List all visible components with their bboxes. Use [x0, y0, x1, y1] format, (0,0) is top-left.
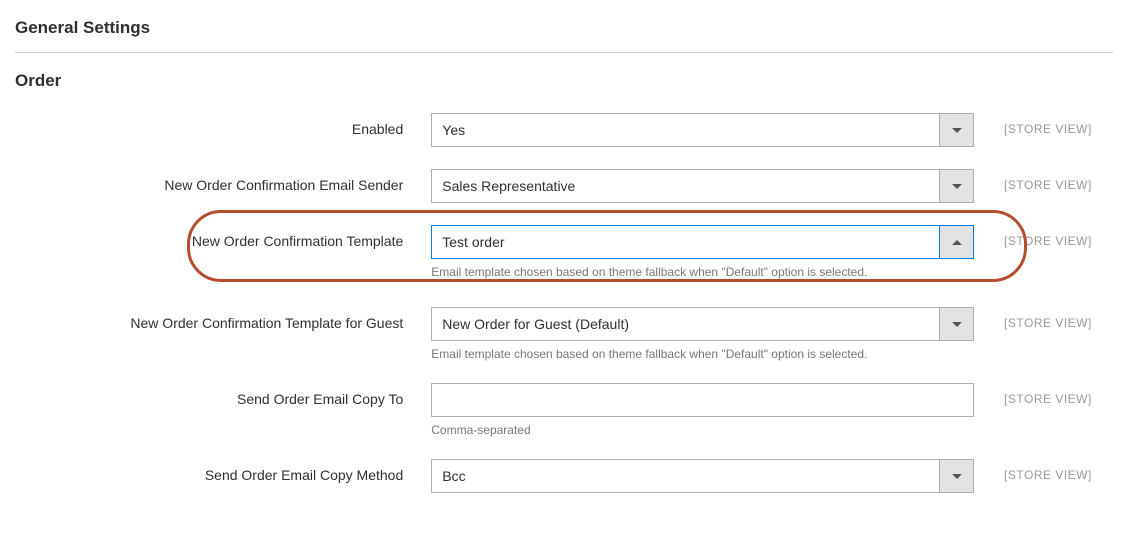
sender-value: Sales Representative [432, 170, 939, 202]
template-hint: Email template chosen based on theme fal… [431, 265, 974, 279]
guest-template-select[interactable]: New Order for Guest (Default) [431, 307, 974, 341]
order-section-title: Order [15, 71, 1113, 113]
enabled-label: Enabled [15, 113, 431, 137]
copy-method-value: Bcc [432, 460, 939, 492]
sender-scope: [STORE VIEW] [974, 169, 1113, 192]
field-row-guest-template: New Order Confirmation Template for Gues… [15, 307, 1113, 361]
enabled-scope: [STORE VIEW] [974, 113, 1113, 136]
chevron-down-icon [939, 114, 973, 146]
copy-method-select[interactable]: Bcc [431, 459, 974, 493]
chevron-down-icon [939, 308, 973, 340]
guest-template-value: New Order for Guest (Default) [432, 308, 939, 340]
guest-template-hint: Email template chosen based on theme fal… [431, 347, 974, 361]
guest-template-control: New Order for Guest (Default) Email temp… [431, 307, 974, 361]
template-value: Test order [432, 226, 939, 258]
sender-select[interactable]: Sales Representative [431, 169, 974, 203]
copy-to-input[interactable] [431, 383, 974, 417]
enabled-control: Yes [431, 113, 974, 147]
sender-control: Sales Representative [431, 169, 974, 203]
chevron-down-icon [939, 170, 973, 202]
template-control: Test order Email template chosen based o… [431, 225, 974, 279]
enabled-value: Yes [432, 114, 939, 146]
sender-label: New Order Confirmation Email Sender [15, 169, 431, 193]
template-select[interactable]: Test order [431, 225, 974, 259]
copy-method-label: Send Order Email Copy Method [15, 459, 431, 483]
copy-to-hint: Comma-separated [431, 423, 974, 437]
field-row-sender: New Order Confirmation Email Sender Sale… [15, 169, 1113, 203]
field-row-copy-to: Send Order Email Copy To Comma-separated… [15, 383, 1113, 437]
general-settings-title: General Settings [15, 10, 1113, 52]
copy-method-control: Bcc [431, 459, 974, 493]
enabled-select[interactable]: Yes [431, 113, 974, 147]
copy-to-scope: [STORE VIEW] [974, 383, 1113, 406]
copy-method-scope: [STORE VIEW] [974, 459, 1113, 482]
field-row-copy-method: Send Order Email Copy Method Bcc [STORE … [15, 459, 1113, 493]
chevron-down-icon [939, 460, 973, 492]
guest-template-label: New Order Confirmation Template for Gues… [15, 307, 431, 331]
field-row-enabled: Enabled Yes [STORE VIEW] [15, 113, 1113, 147]
template-scope: [STORE VIEW] [974, 225, 1113, 248]
template-label: New Order Confirmation Template [15, 225, 431, 249]
section-divider [15, 52, 1113, 53]
chevron-up-icon [939, 226, 973, 258]
field-row-template: New Order Confirmation Template Test ord… [15, 225, 1113, 279]
copy-to-control: Comma-separated [431, 383, 974, 437]
guest-template-scope: [STORE VIEW] [974, 307, 1113, 330]
copy-to-label: Send Order Email Copy To [15, 383, 431, 407]
